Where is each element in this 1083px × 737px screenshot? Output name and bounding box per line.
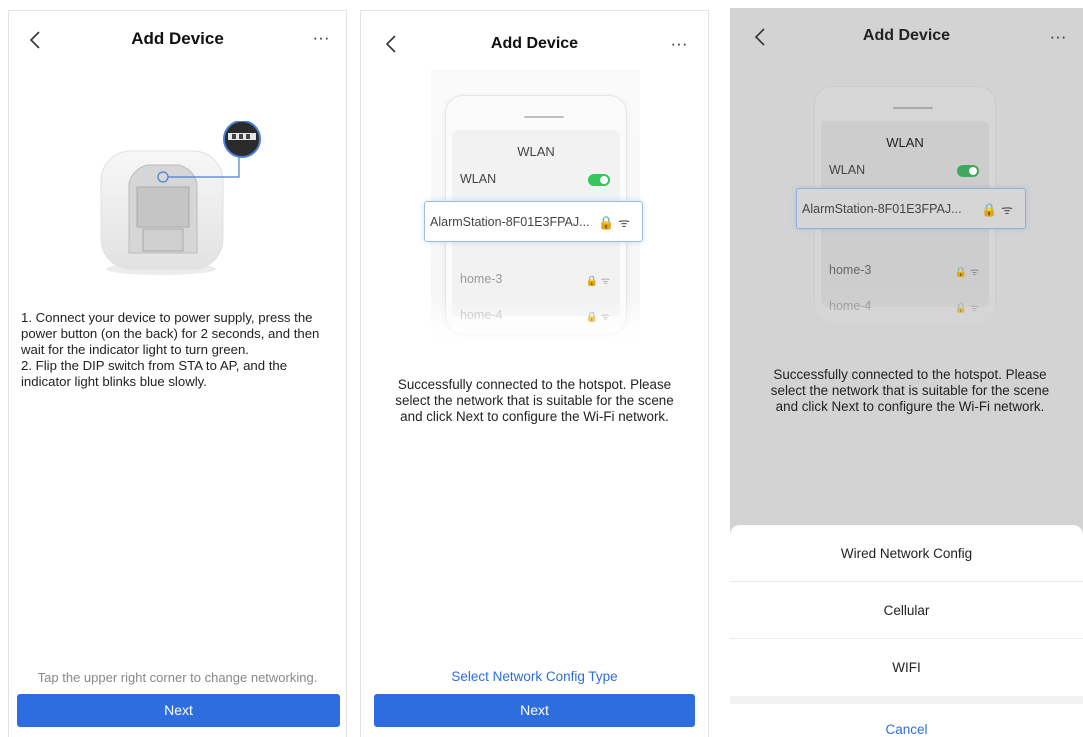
hotspot-name: AlarmStation-8F01E3FPAJ... xyxy=(802,202,962,216)
phone-notch xyxy=(893,107,933,109)
sheet-divider xyxy=(730,696,1083,704)
screen-device-instructions: Add Device ··· 1. Connect your device to… xyxy=(8,10,347,737)
network-config-action-sheet: Wired Network Config Cellular WIFI Cance… xyxy=(730,525,1083,737)
network-name: home-3 xyxy=(829,263,872,277)
page-title: Add Device xyxy=(862,27,951,44)
lock-wifi-icon: 🔒 ᯤ xyxy=(981,202,1013,217)
wlan-panel-title: WLAN xyxy=(886,135,924,150)
back-icon[interactable] xyxy=(25,29,47,51)
wlan-toggle xyxy=(588,174,610,186)
option-wifi[interactable]: WIFI xyxy=(730,639,1083,696)
network-row: home-3 🔒 ᯤ xyxy=(460,270,610,290)
cancel-button[interactable]: Cancel xyxy=(730,722,1083,737)
lock-wifi-icon: 🔒 ᯤ xyxy=(585,276,610,287)
more-icon[interactable]: ··· xyxy=(1045,26,1071,48)
selected-hotspot-row: AlarmStation-8F01E3FPAJ... 🔒 ᯤ xyxy=(424,201,643,242)
back-icon[interactable] xyxy=(381,33,403,55)
fade-overlay xyxy=(431,299,640,349)
wlan-toggle-row: WLAN xyxy=(829,161,979,181)
more-icon[interactable]: ··· xyxy=(666,33,692,55)
screen-network-config-sheet: Add Device ··· WLAN WLAN home-3 🔒 ᯤ home… xyxy=(730,8,1083,737)
next-button[interactable]: Next xyxy=(17,694,340,727)
lock-wifi-icon: 🔒 ᯤ xyxy=(954,267,979,278)
option-cellular[interactable]: Cellular xyxy=(730,582,1083,639)
lock-wifi-icon: 🔒 ᯤ xyxy=(598,215,630,230)
next-button[interactable]: Next xyxy=(374,694,695,727)
change-networking-hint: Tap the upper right corner to change net… xyxy=(37,670,318,685)
select-network-config-type-link[interactable]: Select Network Config Type xyxy=(361,669,708,684)
instruction-step-1: 1. Connect your device to power supply, … xyxy=(21,310,320,357)
network-name: home-3 xyxy=(460,272,503,286)
wlan-panel-title: WLAN xyxy=(517,144,555,159)
hotspot-name: AlarmStation-8F01E3FPAJ... xyxy=(430,215,590,229)
navbar: Add Device ··· xyxy=(9,11,346,65)
phone-notch xyxy=(524,116,564,118)
screen-hotspot-connected: Add Device ··· WLAN WLAN home-3 🔒 ᯤ home… xyxy=(360,10,709,737)
wlan-toggle xyxy=(957,165,979,177)
option-wired-network-config[interactable]: Wired Network Config xyxy=(730,525,1083,582)
wlan-toggle-row: WLAN xyxy=(460,170,610,190)
setup-instructions: 1. Connect your device to power supply, … xyxy=(21,310,338,390)
page-title: Add Device xyxy=(490,35,579,52)
fade-overlay xyxy=(800,290,1009,340)
selected-hotspot-row: AlarmStation-8F01E3FPAJ... 🔒 ᯤ xyxy=(796,188,1026,229)
navbar: Add Device ··· xyxy=(361,11,708,65)
navbar: Add Device ··· xyxy=(730,8,1083,62)
alarm-station-device-illustration xyxy=(100,121,261,275)
more-icon[interactable]: ··· xyxy=(308,27,334,49)
hotspot-success-description: Successfully connected to the hotspot. P… xyxy=(395,377,674,424)
wlan-toggle-label: WLAN xyxy=(460,172,497,186)
hotspot-success-description: Successfully connected to the hotspot. P… xyxy=(770,367,1050,414)
page-title: Add Device xyxy=(131,29,224,48)
wlan-toggle-label: WLAN xyxy=(829,163,866,177)
instruction-step-2: 2. Flip the DIP switch from STA to AP, a… xyxy=(21,358,288,389)
back-icon[interactable] xyxy=(750,26,772,48)
network-row: home-3 🔒 ᯤ xyxy=(829,261,979,281)
